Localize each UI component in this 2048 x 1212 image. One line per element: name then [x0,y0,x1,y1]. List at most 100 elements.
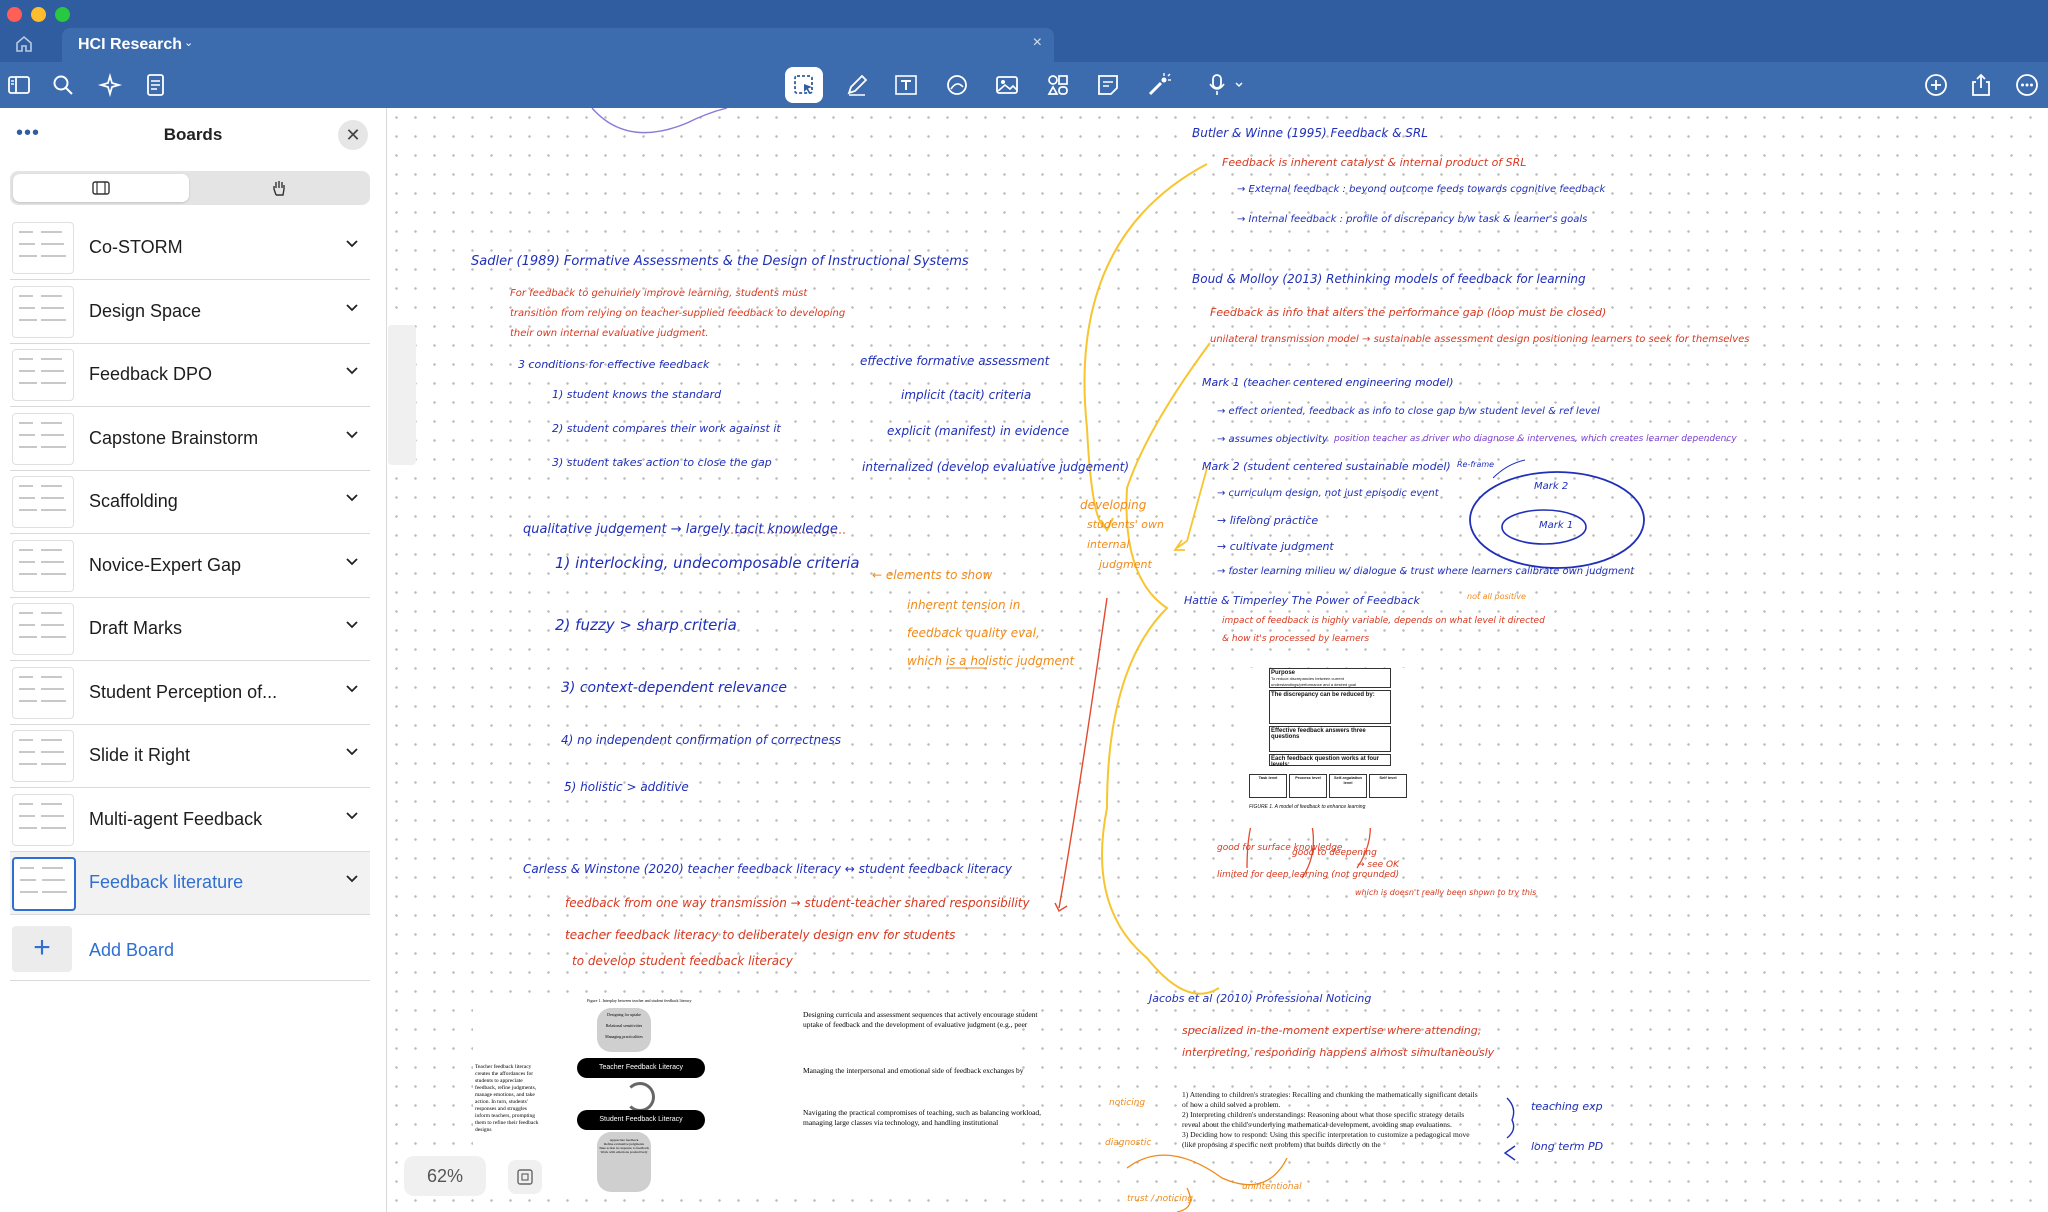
page-view-button[interactable] [508,1160,542,1194]
document-icon[interactable] [139,68,173,102]
chevron-down-icon[interactable] [346,681,358,696]
board-item-label: Multi-agent Feedback [89,808,263,829]
close-icon: ✕ [345,124,361,145]
board-item[interactable]: Novice-Expert Gap [10,535,370,598]
thumbnail-scribble [19,675,33,678]
board-item[interactable]: Co-STORM [10,217,370,280]
figure-purpose-box: Purpose To reduce discrepancies between c… [1269,668,1391,688]
chevron-down-icon[interactable] [346,871,358,886]
feedback-model-figure[interactable]: Purpose To reduce discrepancies between c… [1249,668,1409,828]
board-thumbnail [12,285,74,338]
pen-icon[interactable] [840,68,874,102]
lasso-select-icon[interactable] [785,67,823,103]
board-item[interactable]: Student Perception of... [10,662,370,725]
shapes-icon[interactable] [940,68,974,102]
board-item-label: Capstone Brainstorm [89,427,259,448]
board-thumbnail [12,793,74,846]
thumbnail-scribble [19,318,37,321]
board-item[interactable]: Draft Marks [10,598,370,661]
thumbnail-scribble [19,802,33,805]
refresh-cycle-icon [625,1082,655,1112]
board-item-label: Feedback literature [89,872,244,892]
sticky-note-icon[interactable] [1091,68,1125,102]
chevron-down-icon[interactable] [346,744,358,759]
add-icon[interactable] [1919,68,1953,102]
note-condition-2: 2) student compares their work against i… [552,422,781,435]
more-icon[interactable] [2010,68,2044,102]
note-canvas[interactable]: Sadler (1989) Formative Assessments & th… [387,108,2048,1212]
board-item-label: Design Space [89,300,202,321]
thumbnail-scribble [19,421,33,424]
chevron-down-icon[interactable] [346,490,358,505]
note-qj-1: 1) interlocking, undecomposable criteria [555,554,860,572]
chevron-down-icon[interactable] [346,554,358,569]
thumbnail-scribble [41,294,62,297]
board-item[interactable]: Capstone Brainstorm [10,408,370,471]
figure1-bottom-pill-group: Appreciate feedback Refine evaluative ju… [597,1132,651,1192]
chevron-down-icon[interactable] [346,427,358,442]
figure-level-selfreg: Self-regulation level [1329,774,1367,798]
note-boud-1: Feedback as info that alters the perform… [1210,306,1607,319]
microphone-icon[interactable] [1200,68,1252,102]
tab-close-button[interactable]: × [1033,34,1042,52]
note-limited: limited for deep learning (not grounded) [1217,870,1400,880]
board-item[interactable]: Feedback DPO [10,344,370,407]
sidebar-icon[interactable] [2,68,36,102]
chevron-down-icon[interactable] [346,808,358,823]
figure1-pill-uptake: Designing for uptake [607,1012,641,1017]
add-board-button[interactable]: + Add Board [10,920,370,981]
view-segmented-control [10,171,370,205]
chevron-down-icon[interactable] [346,236,358,251]
chevron-down-icon[interactable] [346,300,358,315]
note-boud-title: Boud & Molloy (2013) Rethinking models o… [1192,272,1586,286]
thumbnail-scribble [41,572,66,575]
thumbnail-scribble [41,612,62,614]
document-tab[interactable]: HCI Research ⌄ × [62,28,1054,62]
zoom-level-button[interactable]: 62% [404,1156,486,1196]
zoom-window-button[interactable] [55,7,70,22]
note-butler-3: → Internal feedback : profile of discrep… [1237,214,1588,225]
text-box-icon[interactable] [889,68,923,102]
thumbnail-scribble [41,814,64,817]
image-icon[interactable] [990,68,1024,102]
elements-icon[interactable] [1041,68,1075,102]
board-item[interactable]: Multi-agent Feedback [10,789,370,852]
thumbnail-scribble [19,548,33,551]
thumbnail-scribble [19,763,37,765]
feedback-literacy-figure[interactable]: Figure 1. Interplay between teacher and … [473,996,1041,1196]
board-item[interactable]: Scaffolding [10,471,370,534]
thumbnail-scribble [41,699,66,702]
canvas-scroll-handle[interactable] [388,325,416,465]
board-item[interactable]: Slide it Right [10,725,370,788]
thumbnail-scribble [41,826,66,829]
chevron-down-icon[interactable]: ⌄ [184,36,193,49]
hand-icon [273,181,285,196]
thumbnail-scribble [42,879,65,881]
sidebar-title: Boards [163,125,223,144]
board-item[interactable]: Feedback literature [10,852,370,915]
figure-level-process-label: Process level [1295,775,1321,780]
share-icon[interactable] [1964,68,1998,102]
note-jacobs-1: specialized in-the-moment expertise wher… [1182,1024,1482,1037]
chevron-down-icon[interactable] [346,617,358,632]
thumbnail-scribble [20,879,36,881]
chevron-down-icon[interactable] [346,363,358,378]
close-window-button[interactable] [7,7,22,22]
board-item-label: Draft Marks [89,618,183,638]
board-item[interactable]: Design Space [10,281,370,344]
close-sidebar-button[interactable]: ✕ [338,120,368,150]
thumbnail-scribble [41,751,64,753]
laser-pointer-icon[interactable] [1142,68,1176,102]
minimize-window-button[interactable] [31,7,46,22]
board-thumbnail [12,349,74,401]
note-butler-title: Butler & Winne (1995) Feedback & SRL [1192,126,1428,140]
search-icon[interactable] [46,68,80,102]
figure1-student-label: Student Feedback Literacy [599,1116,683,1123]
thumbnail-scribble [19,751,35,753]
home-icon[interactable] [14,34,46,58]
boards-view-tab[interactable] [13,174,189,202]
board-item-label: Novice-Expert Gap [89,554,242,575]
sparkle-icon[interactable] [93,68,127,102]
hand-view-tab[interactable] [191,174,367,202]
thumbnail-scribble [41,255,66,257]
